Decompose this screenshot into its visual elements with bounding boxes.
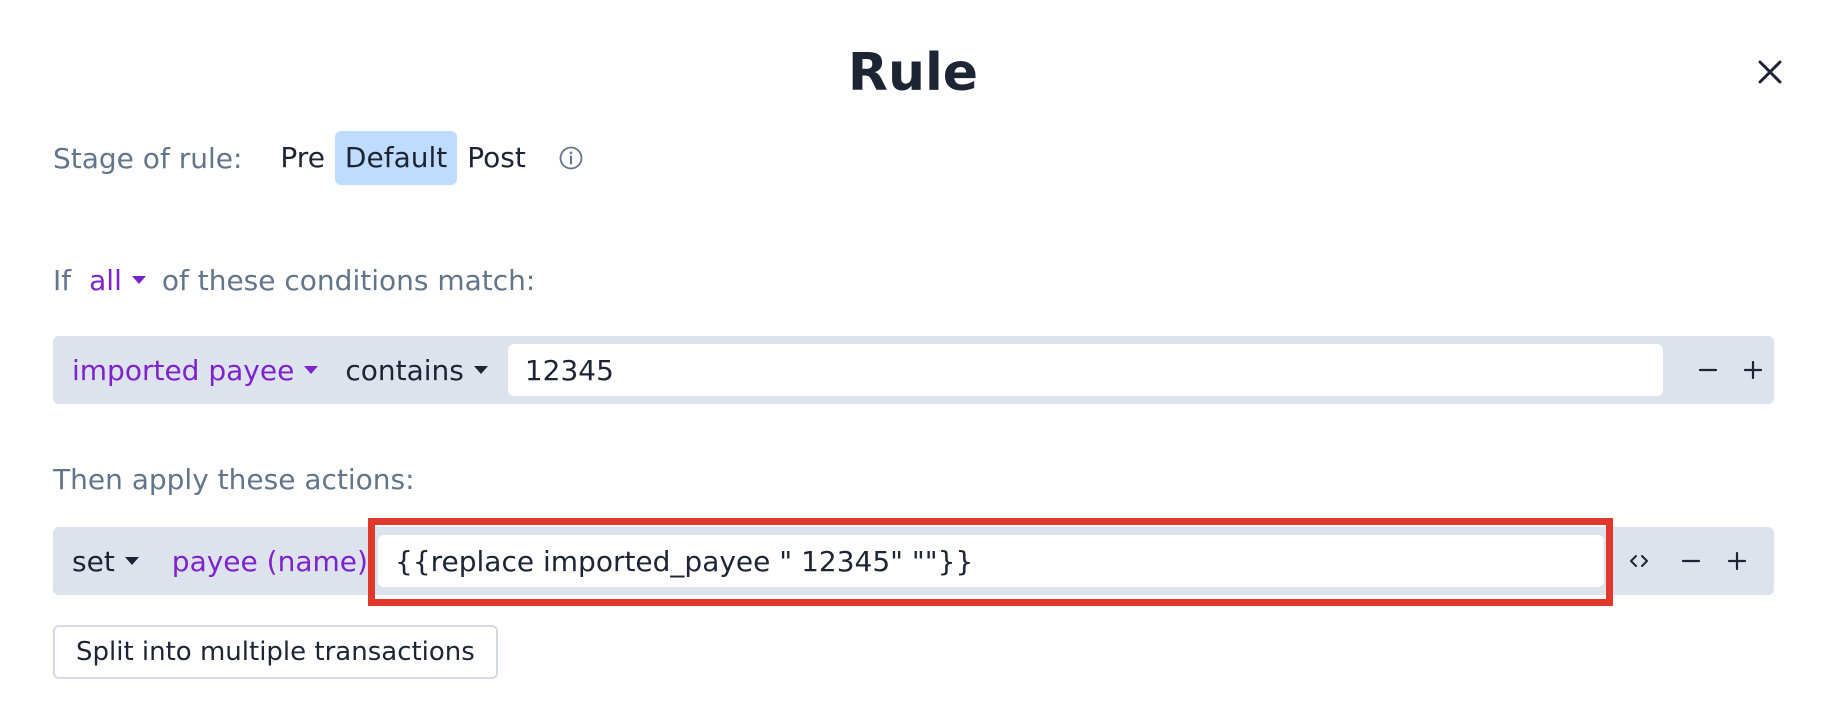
plus-icon bbox=[1727, 551, 1747, 571]
add-condition-button[interactable] bbox=[1731, 348, 1774, 392]
close-button[interactable] bbox=[1750, 52, 1790, 92]
action-op-select[interactable]: set bbox=[53, 535, 139, 587]
info-icon[interactable] bbox=[558, 145, 584, 171]
code-icon bbox=[1630, 555, 1648, 567]
conditions-prefix: If bbox=[53, 263, 72, 297]
condition-op-label: contains bbox=[345, 353, 464, 387]
remove-condition-button[interactable] bbox=[1687, 348, 1730, 392]
stage-selector: Stage of rule: Pre Default Post bbox=[53, 130, 584, 186]
caret-down-icon bbox=[124, 557, 139, 565]
dialog-title: Rule bbox=[847, 43, 979, 103]
close-icon bbox=[1758, 60, 1782, 84]
action-field-select[interactable]: payee (name) bbox=[139, 535, 392, 587]
condition-value-input[interactable] bbox=[507, 344, 1663, 396]
stage-label: Stage of rule: bbox=[53, 141, 243, 175]
remove-action-button[interactable] bbox=[1669, 539, 1713, 583]
minus-icon bbox=[1698, 368, 1718, 372]
minus-icon bbox=[1681, 559, 1701, 563]
conditions-op-select[interactable]: all bbox=[89, 264, 146, 297]
action-field-label: payee (name) bbox=[171, 544, 368, 578]
caret-down-icon bbox=[304, 366, 319, 374]
condition-op-select[interactable]: contains bbox=[318, 344, 488, 396]
stage-option-default[interactable]: Default bbox=[334, 131, 458, 185]
conditions-suffix: of these conditions match: bbox=[161, 263, 536, 297]
conditions-header: If all of these conditions match: bbox=[53, 258, 535, 302]
rule-dialog: Rule Stage of rule: Pre Default Post If … bbox=[0, 0, 1826, 714]
stage-option-pre[interactable]: Pre bbox=[270, 131, 335, 185]
condition-row: imported payee contains bbox=[53, 336, 1774, 404]
condition-field-label: imported payee bbox=[72, 353, 295, 387]
caret-down-icon bbox=[131, 276, 146, 284]
caret-down-icon bbox=[473, 366, 488, 374]
plus-icon bbox=[1743, 360, 1762, 380]
split-transactions-button[interactable]: Split into multiple transactions bbox=[53, 625, 498, 679]
highlight-annotation bbox=[368, 518, 1613, 606]
add-action-button[interactable] bbox=[1715, 539, 1759, 583]
stage-option-post[interactable]: Post bbox=[457, 131, 536, 185]
template-mode-button[interactable] bbox=[1617, 539, 1661, 583]
action-op-label: set bbox=[72, 544, 115, 578]
condition-field-select[interactable]: imported payee bbox=[53, 344, 319, 396]
conditions-op-value: all bbox=[89, 263, 122, 297]
actions-header: Then apply these actions: bbox=[53, 463, 415, 496]
